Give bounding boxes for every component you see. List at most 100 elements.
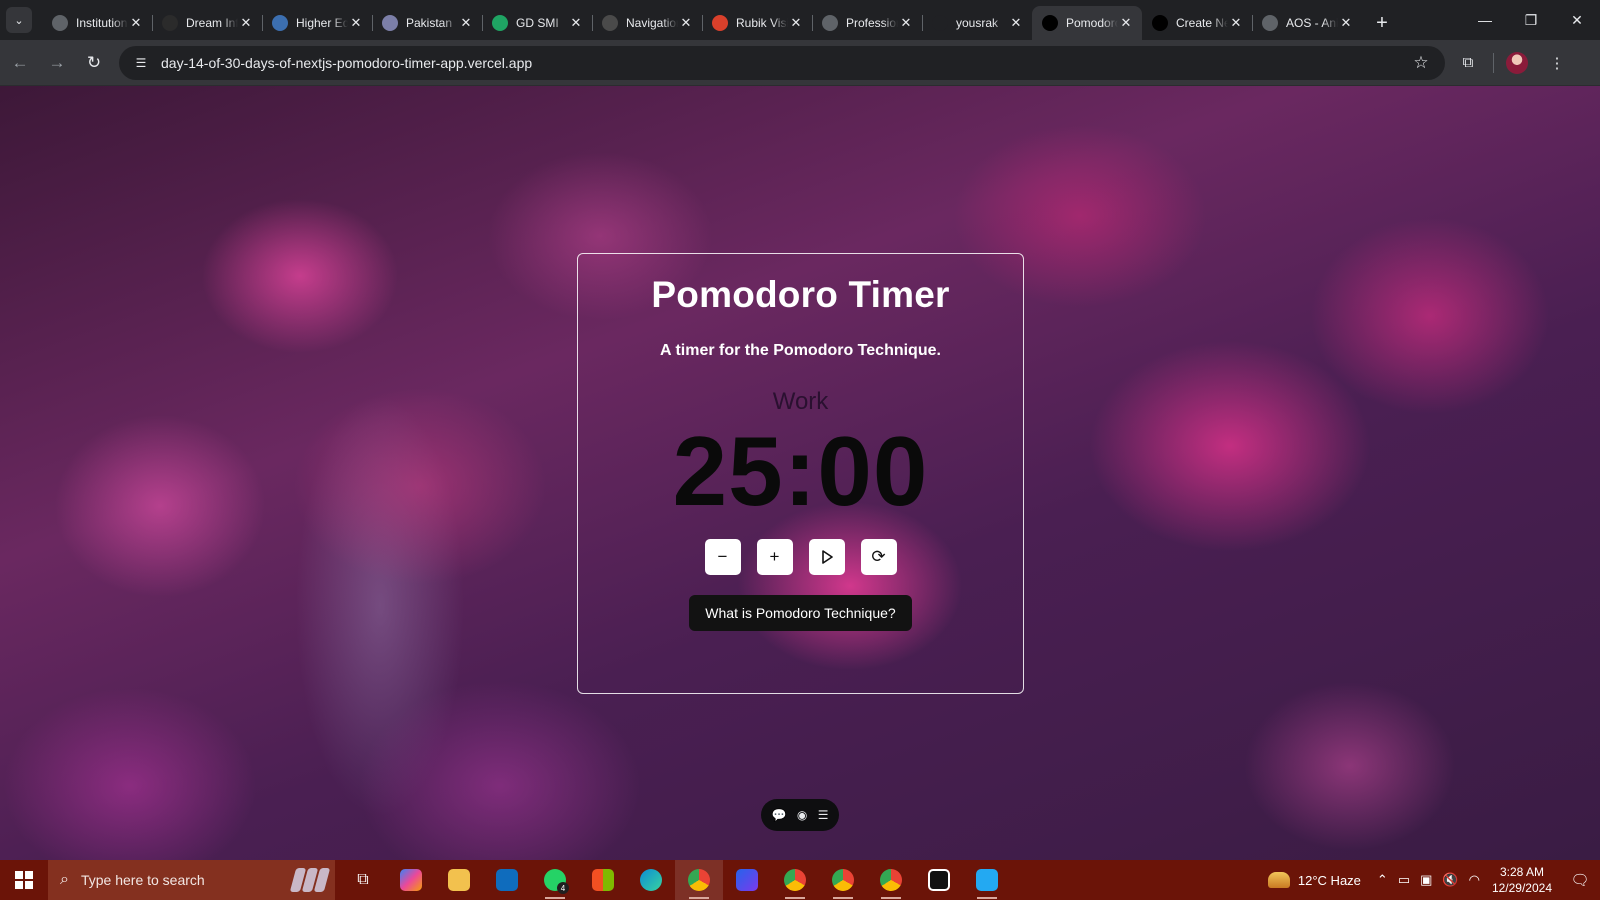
- browser-tab[interactable]: Pakistan ✕: [372, 6, 482, 40]
- avatar: [1506, 51, 1528, 74]
- tab-title: Professional: [846, 16, 898, 30]
- tab-title: Dream Info: [186, 16, 238, 30]
- reload-icon: ↻: [86, 52, 102, 72]
- meet-now-icon[interactable]: ▣: [1420, 872, 1432, 888]
- close-tab-icon[interactable]: ✕: [128, 15, 144, 31]
- close-tab-icon[interactable]: ✕: [1008, 15, 1024, 31]
- browser-tab[interactable]: Higher Education✕: [262, 6, 372, 40]
- address-bar[interactable]: ☰ day-14-of-30-days-of-nextjs-pomodoro-t…: [119, 45, 1445, 80]
- chrome-icon[interactable]: [675, 860, 723, 900]
- slash-favicon-icon: [602, 15, 618, 31]
- reload-button[interactable]: ↻: [77, 46, 111, 80]
- tab-title: Create Next App: [1176, 16, 1228, 30]
- close-window-button[interactable]: ✕: [1554, 0, 1600, 40]
- url-text[interactable]: day-14-of-30-days-of-nextjs-pomodoro-tim…: [161, 55, 1407, 71]
- minimize-icon: —: [1478, 12, 1492, 28]
- search-highlight-icon: [289, 868, 331, 892]
- browser-tab[interactable]: AOS - Animate On Scroll✕: [1252, 6, 1362, 40]
- timer-controls: − + ⟳: [578, 538, 1023, 575]
- tab-title: Pomodoro: [1066, 16, 1118, 30]
- close-tab-icon[interactable]: ✕: [1228, 15, 1244, 31]
- file-explorer-icon[interactable]: [435, 860, 483, 900]
- comment-icon[interactable]: 💬: [771, 808, 786, 822]
- page-title: Pomodoro Timer: [651, 274, 950, 315]
- browser-tab[interactable]: Institutions ✕: [42, 6, 152, 40]
- tab-search-button[interactable]: ⌄: [6, 7, 32, 33]
- browser-tab[interactable]: Professional✕: [812, 6, 922, 40]
- close-tab-icon[interactable]: ✕: [898, 15, 914, 31]
- back-button[interactable]: ←: [3, 46, 37, 80]
- close-tab-icon[interactable]: ✕: [458, 15, 474, 31]
- close-tab-icon[interactable]: ✕: [568, 15, 584, 31]
- reset-button[interactable]: ⟳: [860, 538, 897, 575]
- chrome-profile-2-icon[interactable]: [771, 860, 819, 900]
- site-info-icon[interactable]: ☰: [129, 51, 153, 75]
- task-view-icon[interactable]: ⧉: [339, 860, 387, 900]
- speaker-muted-icon[interactable]: 🔇: [1442, 872, 1458, 888]
- eye-icon[interactable]: ◉: [797, 808, 807, 822]
- minimize-button[interactable]: —: [1462, 0, 1508, 40]
- vscode-icon[interactable]: [963, 860, 1011, 900]
- clock-time: 3:28 AM: [1499, 865, 1544, 879]
- close-tab-icon[interactable]: ✕: [788, 15, 804, 31]
- profile-button[interactable]: [1500, 46, 1534, 80]
- windows-taskbar: ⌕ Type here to search ⧉ 4 12°C Haze ⌃ ▭ …: [0, 860, 1600, 900]
- bookmark-star-icon[interactable]: ☆: [1407, 49, 1435, 77]
- tab-title: Navigation: [626, 16, 678, 30]
- capcut-icon[interactable]: [915, 860, 963, 900]
- tab-title: Institutions: [76, 16, 128, 30]
- weather-text: 12°C Haze: [1297, 872, 1361, 888]
- close-tab-icon[interactable]: ✕: [1118, 15, 1134, 31]
- copilot-icon[interactable]: [387, 860, 435, 900]
- taskbar-clock[interactable]: 3:28 AM 12/29/2024: [1492, 864, 1552, 896]
- tab-title: AOS - Animate On Scroll: [1286, 16, 1338, 30]
- browser-menu-icon[interactable]: ⋮: [1540, 46, 1574, 80]
- whatsapp-icon[interactable]: 4: [531, 860, 579, 900]
- new-tab-button[interactable]: +: [1368, 9, 1396, 37]
- browser-tab[interactable]: Pomodoro ✕: [1032, 6, 1142, 40]
- rubik-favicon-icon: [712, 15, 728, 31]
- search-placeholder: Type here to search: [80, 872, 205, 888]
- copilot-app-icon[interactable]: [723, 860, 771, 900]
- extensions-icon[interactable]: ⧉: [1451, 46, 1485, 80]
- restore-button[interactable]: ❐: [1508, 0, 1554, 40]
- start-button[interactable]: [808, 538, 845, 575]
- browser-tab[interactable]: Navigation ✕: [592, 6, 702, 40]
- system-tray: 12°C Haze ⌃ ▭ ▣ 🔇 ◠ 3:28 AM 12/29/2024 🗨: [1267, 860, 1600, 900]
- forward-button[interactable]: →: [40, 46, 74, 80]
- decrease-time-button[interactable]: −: [704, 538, 741, 575]
- chrome-profile-4-icon[interactable]: [867, 860, 915, 900]
- clock-date: 12/29/2024: [1491, 881, 1552, 895]
- document-favicon-icon: [382, 15, 398, 31]
- weather-widget[interactable]: 12°C Haze: [1267, 872, 1361, 888]
- taskbar-search-box[interactable]: ⌕ Type here to search: [48, 860, 335, 900]
- browser-tab[interactable]: GD SMI ✕: [482, 6, 592, 40]
- browser-tab-strip: ⌄ Institutions✕Dream Info✕Higher Educati…: [0, 0, 1600, 40]
- battery-icon[interactable]: ▭: [1398, 872, 1410, 888]
- tab-title: GD SMI: [516, 16, 559, 30]
- chevron-up-icon[interactable]: ⌃: [1377, 872, 1388, 888]
- what-is-pomodoro-button[interactable]: What is Pomodoro Technique?: [689, 594, 912, 631]
- tab-title: yousrak: [956, 16, 999, 30]
- increase-time-button[interactable]: +: [756, 538, 793, 575]
- vercel-favicon-icon: [1152, 15, 1168, 31]
- edge-icon[interactable]: [627, 860, 675, 900]
- outlook-icon[interactable]: [483, 860, 531, 900]
- close-tab-icon[interactable]: ✕: [1338, 15, 1354, 31]
- page-subtitle: A timer for the Pomodoro Technique.: [660, 342, 941, 359]
- menu-icon[interactable]: ☰: [818, 808, 829, 822]
- globe-favicon-icon: [1262, 15, 1278, 31]
- chrome-profile-3-icon[interactable]: [819, 860, 867, 900]
- microsoft-store-icon[interactable]: [579, 860, 627, 900]
- browser-tab[interactable]: Rubik Vision✕: [702, 6, 812, 40]
- slash-favicon-icon: [52, 15, 68, 31]
- notification-icon[interactable]: 🗨: [1566, 871, 1594, 889]
- wifi-icon[interactable]: ◠: [1469, 872, 1480, 888]
- browser-tab[interactable]: Dream Info✕: [152, 6, 262, 40]
- start-button[interactable]: [0, 860, 48, 900]
- close-tab-icon[interactable]: ✕: [348, 15, 364, 31]
- browser-tab[interactable]: Create Next App✕: [1142, 6, 1252, 40]
- browser-tab[interactable]: yousrak ✕: [922, 6, 1032, 40]
- close-tab-icon[interactable]: ✕: [678, 15, 694, 31]
- close-tab-icon[interactable]: ✕: [238, 15, 254, 31]
